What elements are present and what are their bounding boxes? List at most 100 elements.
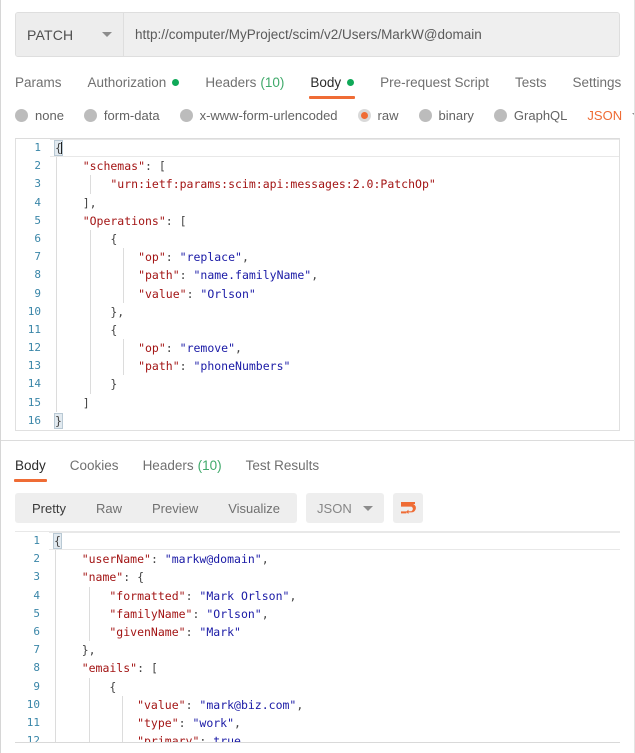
response-view-raw[interactable]: Raw: [81, 493, 137, 523]
response-headers-count: (10): [197, 458, 222, 473]
code-line: 12 "op": "remove",: [16, 339, 619, 358]
radio-icon-selected: [357, 109, 371, 122]
response-toolbar: Pretty Raw Preview Visualize JSON: [1, 491, 634, 525]
code-token: ,: [235, 341, 242, 356]
line-number: 2: [33, 552, 40, 566]
code-token: "userName": [54, 552, 151, 567]
code-token: "familyName": [54, 606, 193, 621]
chevron-down-icon: [362, 505, 373, 511]
code-line: 6 "givenName": "Mark": [15, 622, 620, 642]
request-tab-headers-label: Headers: [205, 75, 257, 90]
line-number: 14: [27, 377, 41, 391]
code-line-text: "name": {: [49, 568, 620, 587]
line-number: 15: [27, 395, 41, 409]
indent-guide: [89, 375, 91, 394]
code-line-text: {: [50, 320, 619, 340]
line-number: 5: [33, 606, 40, 620]
code-line: 1{: [15, 532, 620, 551]
http-method-select[interactable]: PATCH: [16, 13, 124, 56]
code-line: 16}: [16, 412, 619, 430]
body-type-raw-label: raw: [377, 108, 399, 123]
response-format-select[interactable]: JSON: [306, 493, 384, 523]
code-token: :: [186, 286, 201, 301]
line-number: 7: [34, 250, 41, 264]
request-tab-pre-request-script[interactable]: Pre-request Script: [380, 75, 489, 99]
code-token: :: [165, 250, 180, 265]
indent-guide: [56, 175, 57, 194]
body-type-binary-label: binary: [438, 108, 474, 123]
request-tab-authorization-label: Authorization: [87, 75, 167, 90]
code-token: ],: [55, 195, 97, 210]
body-type-raw[interactable]: raw: [357, 108, 399, 123]
response-tab-headers[interactable]: Headers (10): [143, 458, 222, 482]
request-tab-headers[interactable]: Headers (10): [205, 75, 284, 99]
code-token: "path": [55, 359, 180, 374]
response-tab-body[interactable]: Body: [14, 458, 47, 482]
response-view-pretty[interactable]: Pretty: [17, 493, 81, 523]
indent-guide: [56, 284, 57, 303]
code-line-text: ]: [50, 393, 619, 412]
response-view-visualize[interactable]: Visualize: [213, 493, 295, 523]
indent-guide: [56, 229, 57, 249]
line-number: 11: [27, 322, 41, 336]
body-type-form-data[interactable]: form-data: [83, 108, 160, 123]
indent-guide: [56, 211, 57, 230]
request-body-code[interactable]: 1{2 "schemas": [3 "urn:ietf:params:scim:…: [16, 139, 619, 430]
code-line-text: "userName": "markw@domain",: [49, 550, 620, 569]
indent-guide: [89, 339, 91, 358]
body-type-graphql[interactable]: GraphQL: [493, 108, 567, 123]
code-line: 9 {: [15, 677, 620, 696]
request-tab-tests[interactable]: Tests: [515, 75, 547, 99]
url-input[interactable]: http://computer/MyProject/scim/v2/Users/…: [124, 13, 619, 56]
indent-guide: [88, 586, 90, 605]
indent-guide: [56, 393, 57, 412]
line-number: 16: [27, 413, 41, 427]
request-body-editor[interactable]: 1{2 "schemas": [3 "urn:ietf:params:scim:…: [15, 138, 620, 431]
code-token: "phoneNumbers": [193, 359, 291, 374]
indent-guide: [55, 677, 56, 696]
body-language-label: JSON: [587, 108, 623, 123]
body-type-binary[interactable]: binary: [418, 108, 474, 123]
code-line: 7 },: [15, 641, 620, 660]
indent-guide: [56, 248, 57, 267]
body-type-none[interactable]: none: [15, 108, 64, 123]
request-tab-body-label: Body: [310, 75, 342, 90]
indent-guide: [89, 302, 91, 321]
body-type-x-www-form-urlencoded[interactable]: x-www-form-urlencoded: [179, 108, 338, 123]
indent-guide: [123, 339, 125, 358]
indent-guide: [55, 622, 56, 642]
indent-guide: [56, 375, 57, 394]
indent-guide: [88, 677, 90, 696]
code-line: 13 "path": "phoneNumbers": [16, 357, 619, 376]
editor-bottom-rule: [15, 742, 620, 743]
indent-guide: [56, 193, 57, 212]
line-number: 1: [33, 534, 40, 547]
code-line-text: "givenName": "Mark": [49, 622, 620, 642]
response-tab-test-results[interactable]: Test Results: [246, 458, 320, 482]
request-headers-count: (10): [260, 75, 285, 90]
indent-guide: [55, 568, 56, 587]
body-language-select[interactable]: JSON: [587, 108, 634, 123]
request-tab-params[interactable]: Params: [15, 75, 62, 99]
code-token: ,: [261, 606, 269, 621]
code-token: {: [54, 679, 117, 694]
request-tab-settings[interactable]: Settings: [572, 75, 621, 99]
indent-guide: [89, 284, 91, 303]
code-line-text: "emails": [: [49, 659, 620, 678]
response-body-editor[interactable]: 1{2 "userName": "markw@domain", 3 "name":…: [15, 531, 620, 743]
response-tab-cookies[interactable]: Cookies: [70, 458, 119, 482]
response-view-preview[interactable]: Preview: [137, 493, 213, 523]
code-token: "op": [55, 341, 166, 356]
pane-divider: [1, 440, 634, 441]
code-token: ]: [55, 395, 90, 410]
code-token: "name": [54, 570, 124, 585]
request-tab-body[interactable]: Body: [309, 75, 355, 99]
request-tab-authorization[interactable]: Authorization: [88, 75, 180, 99]
response-body-code[interactable]: 1{2 "userName": "markw@domain", 3 "name":…: [15, 532, 620, 743]
wrap-text-button[interactable]: [392, 493, 423, 523]
indent-guide: [123, 284, 125, 303]
code-line: 11 "type": "work",: [15, 713, 620, 733]
code-token: :: [165, 341, 180, 356]
code-line: 8 "path": "name.familyName",: [16, 266, 619, 285]
body-type-x-www-form-urlencoded-label: x-www-form-urlencoded: [199, 108, 338, 123]
